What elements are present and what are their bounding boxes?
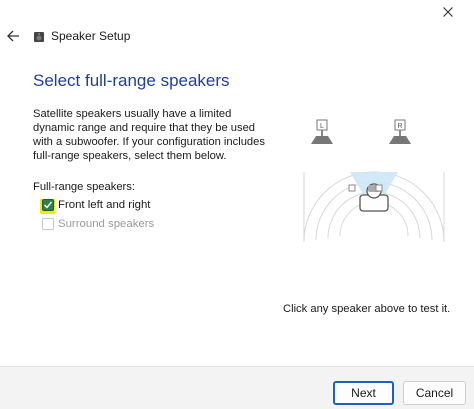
surround-speakers-label: Surround speakers — [58, 218, 155, 230]
cancel-button[interactable]: Cancel — [403, 381, 466, 405]
surround-speakers-option[interactable]: Surround speakers — [42, 218, 154, 230]
close-button[interactable] — [422, 0, 474, 24]
front-left-right-option[interactable]: Front left and right — [42, 199, 150, 211]
next-button[interactable]: Next — [333, 381, 394, 405]
rear-left-marker-icon — [348, 184, 356, 192]
speaker-diagram: L R — [303, 119, 445, 243]
close-icon — [443, 7, 453, 17]
speaker-setup-window: Speaker Setup Select full-range speakers… — [0, 0, 474, 409]
front-left-right-label: Front left and right — [58, 199, 151, 211]
back-arrow-icon — [7, 30, 19, 42]
front-left-right-checkbox[interactable] — [42, 199, 54, 211]
left-speaker-icon[interactable]: L — [311, 119, 333, 144]
right-speaker-label: R — [397, 123, 402, 130]
rear-right-marker-icon — [375, 184, 383, 192]
page-heading: Select full-range speakers — [33, 71, 230, 90]
back-button[interactable] — [4, 27, 22, 45]
surround-speakers-checkbox[interactable] — [42, 218, 54, 230]
window-title: Speaker Setup — [51, 29, 131, 43]
right-speaker-icon[interactable]: R — [389, 119, 411, 144]
checkmark-icon — [44, 201, 53, 209]
full-range-speakers-label: Full-range speakers: — [33, 181, 135, 193]
description-text: Satellite speakers usually have a limite… — [33, 108, 265, 162]
speaker-icon — [34, 32, 44, 42]
left-speaker-label: L — [320, 123, 324, 130]
test-speaker-hint: Click any speaker above to test it. — [283, 303, 451, 315]
